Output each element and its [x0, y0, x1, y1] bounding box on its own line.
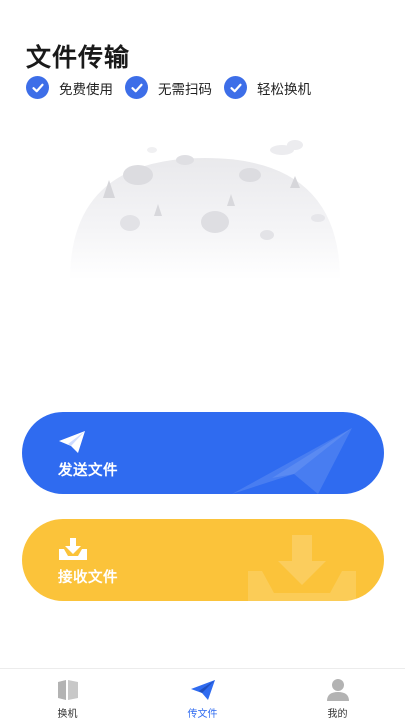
bottom-tab-bar: 换机 传文件 我的 — [0, 668, 405, 720]
check-circle-icon — [26, 76, 49, 99]
book-icon — [55, 677, 81, 703]
feature-item-easy-switch: 轻松换机 — [224, 76, 311, 99]
feature-item-no-scan: 无需扫码 — [125, 76, 212, 99]
send-file-label: 发送文件 — [58, 463, 118, 479]
check-circle-icon — [125, 76, 148, 99]
feature-list: 免费使用 无需扫码 轻松换机 — [26, 76, 323, 99]
tab-transfer-files[interactable]: 传文件 — [135, 669, 270, 720]
paper-plane-icon — [190, 677, 216, 703]
tab-label: 我的 — [327, 709, 348, 720]
check-circle-icon — [224, 76, 247, 99]
moon-illustration — [70, 140, 340, 280]
feature-label: 轻松换机 — [257, 81, 311, 98]
tab-mine[interactable]: 我的 — [270, 669, 405, 720]
tab-label: 传文件 — [187, 709, 218, 720]
download-bg-icon — [248, 535, 356, 601]
feature-label: 无需扫码 — [158, 81, 212, 98]
feature-label: 免费使用 — [59, 81, 113, 98]
feature-item-free: 免费使用 — [26, 76, 113, 99]
download-tray-icon — [58, 537, 88, 565]
user-icon — [325, 677, 351, 703]
paper-plane-bg-icon — [232, 428, 352, 494]
tab-switch-phone[interactable]: 换机 — [0, 669, 135, 720]
receive-file-label: 接收文件 — [58, 570, 118, 586]
receive-file-button[interactable]: 接收文件 — [22, 519, 384, 601]
page-title: 文件传输 — [26, 43, 131, 72]
paper-plane-icon — [58, 430, 86, 458]
tab-label: 换机 — [57, 709, 78, 720]
send-file-button[interactable]: 发送文件 — [22, 412, 384, 494]
